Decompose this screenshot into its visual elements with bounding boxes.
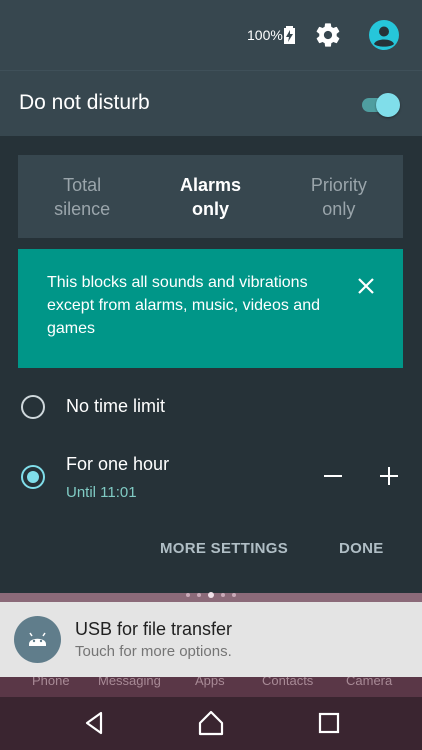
dnd-mode-selector: Total silence Alarms only Priority only [18, 155, 403, 238]
notification-subtitle: Touch for more options. [75, 643, 232, 660]
mode-priority-only[interactable]: Priority only [275, 155, 403, 238]
minus-icon[interactable] [324, 475, 342, 477]
battery-charging-icon [284, 26, 295, 44]
page-indicator [186, 592, 236, 598]
option-one-hour[interactable]: For one hour Until 11:01 [0, 448, 422, 512]
gear-icon[interactable] [314, 21, 342, 49]
mode-total-silence[interactable]: Total silence [18, 155, 146, 238]
dnd-toggle[interactable] [360, 93, 400, 117]
more-settings-button[interactable]: MORE SETTINGS [160, 540, 288, 557]
toggle-thumb [376, 93, 400, 117]
recents-icon[interactable] [315, 709, 343, 737]
done-button[interactable]: DONE [339, 540, 384, 557]
option-one-hour-until: Until 11:01 [66, 484, 137, 501]
android-icon [14, 616, 61, 663]
back-icon[interactable] [81, 709, 109, 737]
close-icon[interactable] [357, 277, 375, 295]
radio-no-time-limit[interactable] [21, 395, 45, 419]
status-bar: 100% [0, 0, 422, 70]
battery-indicator: 100% [247, 26, 295, 44]
option-no-time-limit[interactable]: No time limit [0, 380, 422, 434]
home-icon[interactable] [197, 709, 225, 737]
mode-info-card: This blocks all sounds and vibrations ex… [18, 249, 403, 368]
dnd-header: Do not disturb [0, 70, 422, 136]
usb-notification[interactable]: USB for file transfer Touch for more opt… [0, 602, 422, 677]
quick-settings-panel: 100% Do not disturb Total silence Alarms… [0, 0, 422, 593]
radio-one-hour[interactable] [21, 465, 45, 489]
dnd-title: Do not disturb [19, 91, 150, 114]
mode-info-text: This blocks all sounds and vibrations ex… [47, 274, 320, 337]
plus-icon[interactable] [380, 467, 398, 485]
navigation-bar [0, 697, 422, 750]
notification-title: USB for file transfer [75, 619, 233, 639]
mode-alarms-only[interactable]: Alarms only [146, 155, 274, 238]
option-one-hour-label: For one hour [66, 454, 170, 474]
option-no-time-limit-label: No time limit [66, 396, 166, 416]
battery-percent: 100% [247, 27, 283, 43]
account-icon[interactable] [369, 20, 399, 50]
